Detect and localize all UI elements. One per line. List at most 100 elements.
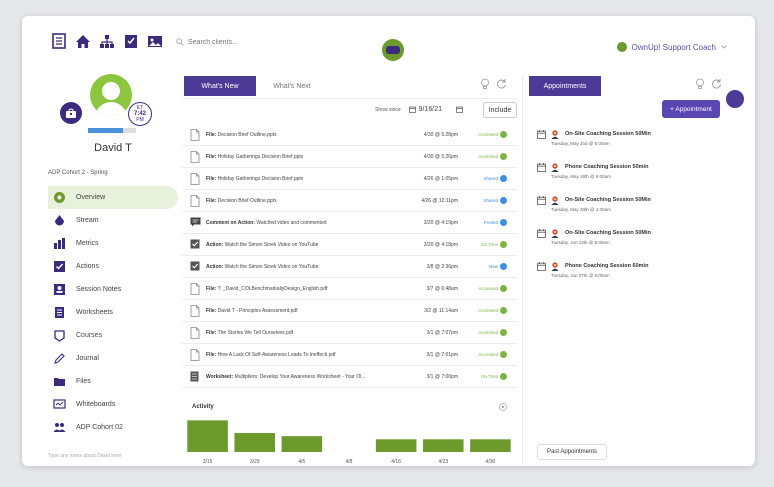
sidebar-item-courses[interactable]: Courses: [48, 324, 178, 347]
activity-bar-3/15: [187, 420, 228, 452]
activity-chart: 3/15 3/29 4/5 4/8 4/16 4/23 4/30: [187, 420, 511, 465]
sidebar-item-stream[interactable]: Stream: [48, 209, 178, 232]
calendar-icon: [537, 196, 546, 205]
group-icon: [52, 421, 66, 435]
feed-row[interactable]: File: Decision Brief Outline.pptx 4/26 @ …: [182, 190, 517, 212]
ownup-logo[interactable]: [382, 39, 404, 61]
appointments-tabs: Appointments: [523, 76, 732, 98]
lightbulb-icon[interactable]: [695, 78, 705, 90]
cohort-label: ADP Cohort 2 - Spring: [48, 170, 108, 176]
feed-row-title: Multipliers: Develop Your Awareness Work…: [234, 374, 366, 380]
appointment-item[interactable]: On-Site Coaching Session 50Min Tuesday, M…: [537, 128, 727, 161]
sidebar-item-label: Metrics: [76, 240, 99, 247]
feed-row-text: Comment on Action: Watched video and com…: [206, 220, 396, 226]
coach-selector[interactable]: OwnUp! Support Coach: [616, 42, 728, 52]
activity-bar-4/16: [375, 439, 417, 452]
past-appointments-button[interactable]: Past Appointments: [537, 444, 607, 460]
file-icon: [190, 129, 200, 141]
refresh-icon[interactable]: [496, 78, 507, 89]
worksheets-icon: [52, 306, 66, 320]
status-dot: [500, 373, 507, 380]
search-input[interactable]: [188, 38, 308, 46]
checklist-icon[interactable]: [122, 32, 140, 50]
avatar[interactable]: [90, 74, 132, 116]
feed-row-status: Accessed: [478, 286, 498, 291]
tab-appointments[interactable]: Appointments: [529, 76, 601, 96]
sidebar-item-label: Overview: [76, 194, 106, 201]
feed-row[interactable]: Worksheet: Multipliers: Develop Your Awa…: [182, 366, 517, 388]
activity-section: Activity 3/15 3/29 4/5 4/8 4/16 4/23 4/30: [184, 400, 514, 466]
x-tick-label: 3/29: [250, 459, 260, 465]
show-since: Show since 9/16/21: [375, 104, 463, 115]
feed-row-kind: File:: [206, 286, 217, 292]
appointment-item[interactable]: On-Site Coaching Session 50Min Tuesday, J…: [537, 227, 727, 260]
appointment-item[interactable]: On-Site Coaching Session 50Min Tuesday, M…: [537, 194, 727, 227]
client-name: David T: [94, 142, 132, 154]
feed-row-text: File: The Stories We Tell Ourselves.pdf: [206, 330, 396, 336]
feed-row-kind: Worksheet:: [206, 374, 234, 380]
sidebar-item-label: Stream: [76, 217, 99, 224]
feed-row[interactable]: Comment on Action: Watched video and com…: [182, 212, 517, 234]
feed-row[interactable]: Action: Watch the Simon Sinek Video on Y…: [182, 234, 517, 256]
feed-row-text: Action: Watch the Simon Sinek Video on Y…: [206, 264, 396, 270]
person-icon: [551, 130, 559, 139]
sidebar-item-adp-cohort-02[interactable]: ADP Cohort 02: [48, 416, 178, 439]
feed-row-kind: File:: [206, 198, 217, 204]
activity-bar-3/29: [234, 433, 275, 452]
notes-hint[interactable]: Type any notes about David here: [48, 453, 121, 459]
sidebar-item-files[interactable]: Files: [48, 370, 178, 393]
feed-row-status: New: [488, 264, 498, 269]
feed-row-title: The Stories We Tell Ourselves.pdf: [217, 330, 293, 336]
sidebar-item-overview[interactable]: Overview: [48, 186, 178, 209]
feed-row-kind: File:: [206, 154, 217, 160]
feed-row-status: Posted: [483, 220, 498, 225]
sidebar-item-actions[interactable]: Actions: [48, 255, 178, 278]
feed-row-text: File: Holiday Gatherings Decision Brief.…: [206, 154, 396, 160]
file-icon: [190, 195, 200, 207]
sidebar-item-worksheets[interactable]: Worksheets: [48, 301, 178, 324]
since-date-picker[interactable]: 9/16/21: [405, 104, 446, 115]
feed-row-date: 3/20 @ 4:18pm: [423, 242, 458, 248]
feed-row[interactable]: File: Holiday Gatherings Decision Brief.…: [182, 168, 517, 190]
feed-row-text: File: David T - Principles Assessment.pd…: [206, 308, 396, 314]
feed-row-text: File: Decision Brief Outline.pptx: [206, 198, 396, 204]
notes-icon[interactable]: [50, 32, 68, 50]
feed-row[interactable]: File: Decision Brief Outline.pptx 4/30 @ …: [182, 124, 517, 146]
coach-avatar: [616, 42, 627, 52]
feed-row-date: 3/2 @ 11:14am: [424, 308, 458, 314]
lightbulb-icon[interactable]: [480, 78, 490, 90]
feed-row[interactable]: File: The Stories We Tell Ourselves.pdf 3…: [182, 322, 517, 344]
tab-whats-new[interactable]: What's New: [184, 76, 256, 96]
tab-whats-next[interactable]: What's Next: [262, 76, 322, 96]
file-icon: [190, 173, 200, 185]
include-button[interactable]: Include: [483, 102, 517, 118]
sidebar-item-metrics[interactable]: Metrics: [48, 232, 178, 255]
feed-row-title: Watch the Simon Sinek Video on YouTube: [224, 242, 319, 248]
status-dot: [500, 285, 507, 292]
feed-row[interactable]: File: David T - Principles Assessment.pd…: [182, 300, 517, 322]
sidebar-item-journal[interactable]: Journal: [48, 347, 178, 370]
person-icon: [551, 262, 559, 271]
settings-icon[interactable]: [498, 402, 508, 412]
sidebar-item-whiteboards[interactable]: Whiteboards: [48, 393, 178, 416]
panel-toggle[interactable]: [726, 90, 744, 108]
feed-row-date: 3/20 @ 4:19pm: [423, 220, 458, 226]
sidebar-item-session-notes[interactable]: Session Notes: [48, 278, 178, 301]
feed-row[interactable]: File: T: _David_COLBenchmarkallyDesign_E…: [182, 278, 517, 300]
appointment-item[interactable]: Phone Coaching Session 60min Tuesday, Jun…: [537, 260, 727, 293]
feed-row[interactable]: File: How A Lack Of Self-Awareness Leads…: [182, 344, 517, 366]
feed-row[interactable]: File: Holiday Gatherings Decision Brief.…: [182, 146, 517, 168]
add-appointment-button[interactable]: + Appointment: [662, 100, 720, 118]
session-notes-icon: [52, 283, 66, 297]
refresh-icon[interactable]: [711, 78, 722, 89]
message-icon[interactable]: [60, 102, 82, 124]
feed-row-status: Accessed: [478, 308, 498, 313]
gallery-icon[interactable]: [146, 32, 164, 50]
appointment-item[interactable]: Phone Coaching Session 50min Tuesday, May…: [537, 161, 727, 194]
feed-row-kind: File:: [206, 176, 217, 182]
x-tick-label: 4/30: [486, 459, 496, 465]
org-chart-icon[interactable]: [98, 32, 116, 50]
calendar-icon[interactable]: [456, 106, 463, 113]
feed-row[interactable]: Action: Watch the Simon Sinek Video on Y…: [182, 256, 517, 278]
home-icon[interactable]: [74, 32, 92, 50]
